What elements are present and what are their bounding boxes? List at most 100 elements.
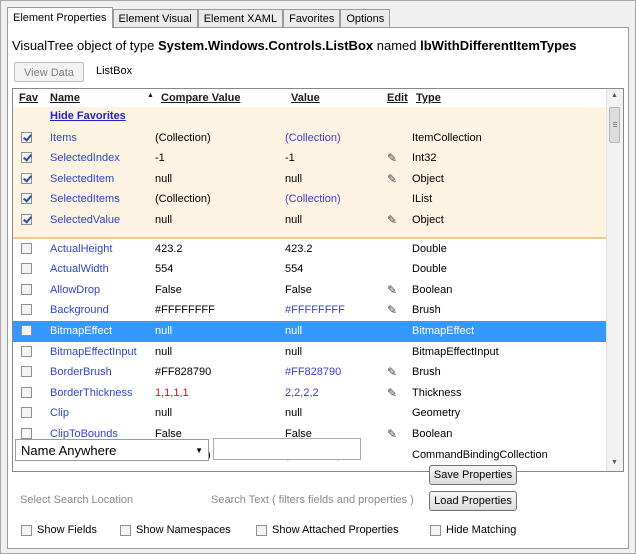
pencil-icon[interactable]: ✎ xyxy=(387,386,397,400)
compare-value: (Collection) xyxy=(155,131,211,144)
favorite-checkbox[interactable] xyxy=(21,263,32,275)
favorite-row[interactable]: Items (Collection) (Collection) ItemCollect… xyxy=(13,127,609,149)
favorite-row[interactable]: SelectedItems (Collection) (Collection) ILi… xyxy=(13,189,609,210)
search-location-value: Name Anywhere xyxy=(21,443,117,458)
tab-element-properties[interactable]: Element Properties xyxy=(7,7,113,28)
pencil-icon[interactable]: ✎ xyxy=(387,427,397,441)
vertical-scrollbar[interactable]: ▲ ▼ xyxy=(606,89,623,471)
property-type: Object xyxy=(412,213,444,226)
favorite-row[interactable]: SelectedIndex -1 -1 Int32 ✎ xyxy=(13,148,609,169)
property-name: Clip xyxy=(50,407,69,420)
compare-value: 1,1,1,1 xyxy=(155,386,189,399)
tab-options[interactable]: Options xyxy=(340,9,391,28)
compare-value: null xyxy=(155,213,173,226)
hide-favorites-link[interactable]: Hide Favorites xyxy=(50,110,126,122)
property-type: BitmapEffect xyxy=(412,324,475,337)
property-type: BitmapEffectInput xyxy=(412,345,499,358)
favorite-checkbox[interactable] xyxy=(21,193,32,205)
save-properties-button[interactable]: Save Properties xyxy=(429,465,517,485)
tab-bar: Element Properties Element Visual Elemen… xyxy=(7,7,391,28)
table-row[interactable]: BorderBrush #FF828790 #FF828790 Brush ✎ xyxy=(13,362,609,383)
compare-value: -1 xyxy=(155,152,165,165)
column-edit[interactable]: Edit xyxy=(387,92,408,104)
property-value: -1 xyxy=(285,152,295,165)
property-name: SelectedItem xyxy=(50,172,115,185)
table-row[interactable]: Background #FFFFFFFF #FFFFFFFF Brush ✎ xyxy=(13,300,609,321)
favorite-checkbox[interactable] xyxy=(21,283,32,295)
property-type: Double xyxy=(412,242,447,255)
property-type: Boolean xyxy=(412,427,453,440)
title-type: System.Windows.Controls.ListBox xyxy=(157,38,374,53)
favorite-checkbox[interactable] xyxy=(21,324,32,336)
favorite-checkbox[interactable] xyxy=(21,345,32,357)
property-type: Brush xyxy=(412,366,441,379)
property-value: null xyxy=(285,407,303,420)
tab-favorites[interactable]: Favorites xyxy=(283,9,341,28)
property-type: Double xyxy=(412,263,447,276)
column-type[interactable]: Type xyxy=(416,92,441,104)
property-value: null xyxy=(285,324,303,337)
pencil-icon[interactable]: ✎ xyxy=(387,213,397,227)
favorite-checkbox[interactable] xyxy=(21,304,32,316)
property-name: BitmapEffectInput xyxy=(50,345,137,358)
pencil-icon[interactable]: ✎ xyxy=(387,172,397,186)
favorite-checkbox[interactable] xyxy=(21,366,32,378)
compare-value: 554 xyxy=(155,263,174,276)
favorite-checkbox[interactable] xyxy=(21,242,32,254)
property-name: SelectedValue xyxy=(50,213,121,226)
compare-value: #FF828790 xyxy=(155,366,212,379)
favorite-checkbox[interactable] xyxy=(21,131,32,143)
favorite-checkbox[interactable] xyxy=(21,172,32,184)
search-location-label: Select Search Location xyxy=(20,494,134,506)
property-type: Brush xyxy=(412,304,441,317)
tab-element-visual[interactable]: Element Visual xyxy=(112,9,198,28)
table-row[interactable]: ActualHeight 423.2 423.2 Double xyxy=(13,239,609,260)
table-row[interactable]: BitmapEffect null null BitmapEffect xyxy=(13,320,609,342)
property-name: BitmapEffect xyxy=(50,324,113,337)
column-value[interactable]: Value xyxy=(291,92,320,104)
compare-value: #FFFFFFFF xyxy=(155,304,215,317)
favorite-checkbox[interactable] xyxy=(21,213,32,225)
pencil-icon[interactable]: ✎ xyxy=(387,303,397,317)
table-row[interactable]: BorderThickness 1,1,1,1 2,2,2,2 Thickness ✎ xyxy=(13,383,609,404)
favorite-checkbox[interactable] xyxy=(21,427,32,439)
compare-value: null xyxy=(155,172,173,185)
pencil-icon[interactable]: ✎ xyxy=(387,151,397,165)
property-type: CommandBindingCollection xyxy=(412,448,548,461)
title-prefix: VisualTree object of type xyxy=(12,38,158,53)
table-row[interactable]: ActualWidth 554 554 Double xyxy=(13,259,609,280)
scroll-down-icon[interactable]: ▼ xyxy=(611,459,618,466)
favorite-checkbox[interactable] xyxy=(21,152,32,164)
object-title: VisualTree object of type System.Windows… xyxy=(12,38,576,53)
tab-panel: VisualTree object of type System.Windows… xyxy=(7,27,629,549)
column-fav[interactable]: Fav xyxy=(19,92,38,104)
pencil-icon[interactable]: ✎ xyxy=(387,365,397,379)
property-name: AllowDrop xyxy=(50,283,101,296)
pencil-icon[interactable]: ✎ xyxy=(387,283,397,297)
search-location-select[interactable]: Name Anywhere ▼ xyxy=(15,439,209,461)
compare-value: 423.2 xyxy=(155,242,183,255)
tab-element-xaml[interactable]: Element XAML xyxy=(197,9,284,28)
table-row[interactable]: BitmapEffectInput null null BitmapEffectInp… xyxy=(13,342,609,363)
table-row[interactable]: AllowDrop False False Boolean ✎ xyxy=(13,280,609,301)
search-input[interactable] xyxy=(213,438,361,460)
property-value: null xyxy=(285,172,303,185)
favorite-row[interactable]: SelectedValue null null Object ✎ xyxy=(13,209,609,231)
window: Element Properties Element Visual Elemen… xyxy=(0,0,636,554)
column-compare-value[interactable]: Compare Value xyxy=(161,92,240,104)
compare-value: (Collection) xyxy=(155,193,211,206)
favorite-checkbox[interactable] xyxy=(21,386,32,398)
search-text-label: Search Text ( filters fields and propert… xyxy=(211,494,414,506)
property-value: (Collection) xyxy=(285,193,341,206)
load-properties-button[interactable]: Load Properties xyxy=(429,491,517,511)
property-type: IList xyxy=(412,193,433,206)
column-name[interactable]: Name xyxy=(50,92,80,104)
view-data-button[interactable]: View Data xyxy=(14,62,84,82)
scroll-thumb[interactable] xyxy=(609,107,620,143)
table-row[interactable]: Clip null null Geometry xyxy=(13,403,609,424)
title-name: lbWithDifferentItemTypes xyxy=(420,38,577,53)
favorite-checkbox[interactable] xyxy=(21,407,32,419)
favorite-row[interactable]: SelectedItem null null Object ✎ xyxy=(13,168,609,190)
scroll-up-icon[interactable]: ▲ xyxy=(611,92,618,99)
view-type-label: ListBox xyxy=(96,65,133,77)
